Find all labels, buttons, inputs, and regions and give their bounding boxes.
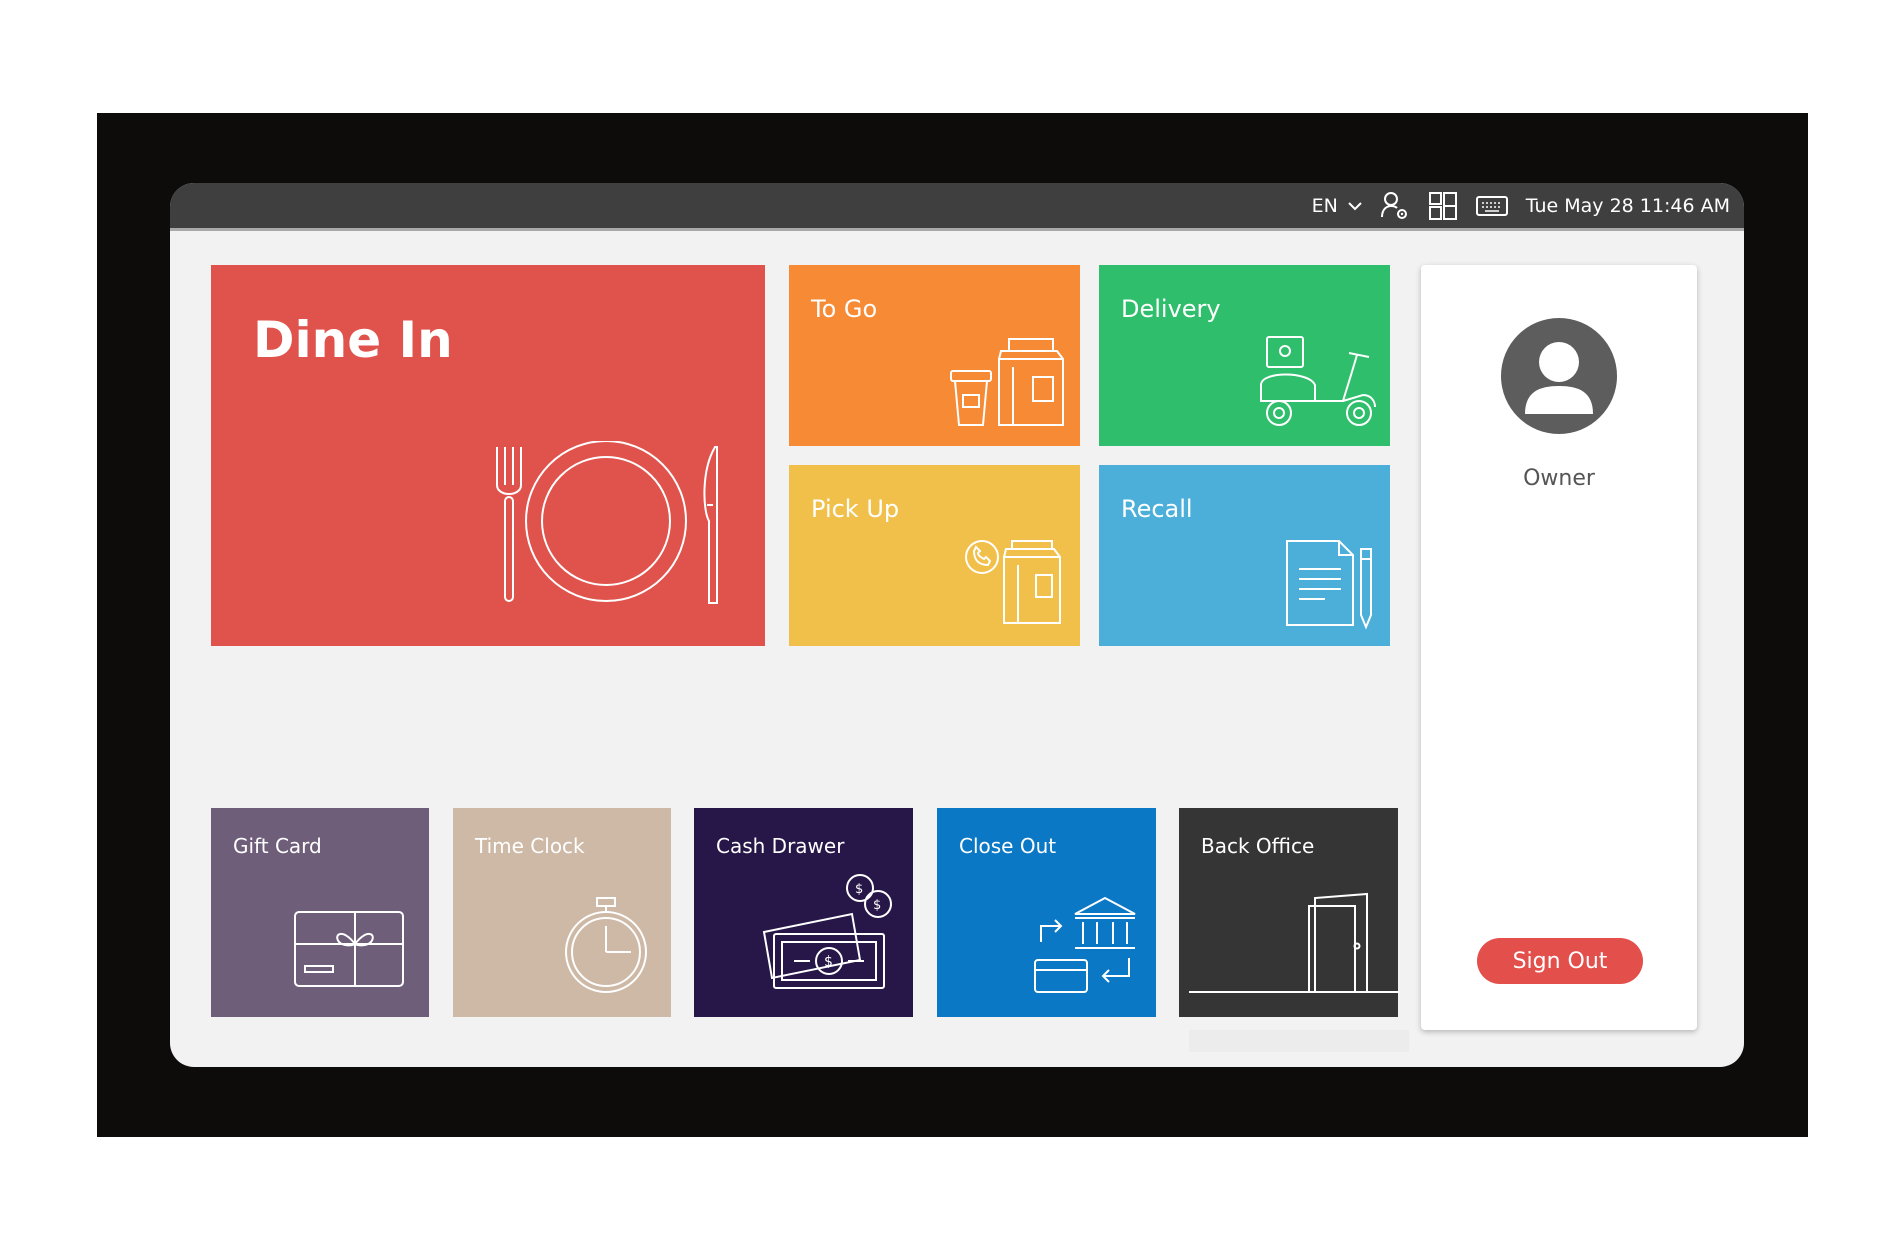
tile-label: Close Out — [959, 834, 1057, 858]
language-selector[interactable]: EN — [1312, 195, 1362, 217]
chevron-down-icon — [1348, 201, 1362, 210]
keyboard-icon[interactable] — [1475, 195, 1508, 217]
bank-transfer-icon — [1034, 896, 1136, 993]
avatar[interactable] — [1501, 318, 1617, 434]
tile-label: Dine In — [253, 311, 453, 369]
tile-recall[interactable]: Recall — [1099, 465, 1390, 646]
gift-card-icon — [294, 911, 404, 987]
takeaway-icon — [950, 338, 1064, 426]
tile-shadow — [1189, 1030, 1409, 1052]
tile-pick-up[interactable]: Pick Up — [789, 465, 1080, 646]
tile-close-out[interactable]: Close Out — [937, 808, 1156, 1017]
svg-text:$: $ — [855, 882, 863, 897]
user-avatar-icon — [1525, 342, 1593, 414]
tile-label: Time Clock — [475, 834, 585, 858]
door-icon — [1189, 892, 1398, 993]
tile-label: Recall — [1121, 495, 1193, 523]
svg-text:$: $ — [873, 898, 881, 913]
tile-label: Pick Up — [811, 495, 900, 523]
pos-screen: EN Tue May 28 11:46 AM Dine In To Go Del… — [170, 183, 1744, 1067]
tile-cash-drawer[interactable]: Cash Drawer $ $ $ — [694, 808, 913, 1017]
layout-icon[interactable] — [1428, 191, 1458, 221]
date-time: Tue May 28 11:46 AM — [1525, 194, 1730, 217]
tile-label: Back Office — [1201, 834, 1315, 858]
tile-dine-in[interactable]: Dine In — [211, 265, 765, 646]
tile-back-office[interactable]: Back Office — [1179, 808, 1398, 1017]
plate-cutlery-icon — [496, 441, 718, 604]
tile-delivery[interactable]: Delivery — [1099, 265, 1390, 446]
tile-label: Cash Drawer — [716, 834, 845, 858]
scooter-icon — [1260, 336, 1376, 426]
svg-text:$: $ — [824, 954, 833, 970]
status-bar: EN Tue May 28 11:46 AM — [170, 183, 1744, 231]
tile-gift-card[interactable]: Gift Card — [211, 808, 429, 1017]
user-panel: Owner Sign Out — [1421, 265, 1697, 1030]
tile-label: Gift Card — [233, 834, 322, 858]
tile-label: Delivery — [1121, 295, 1221, 323]
phone-order-icon — [965, 540, 1061, 624]
cash-icon: $ $ $ — [762, 874, 892, 989]
user-name: Owner — [1523, 466, 1595, 491]
tile-label: To Go — [811, 295, 878, 323]
sign-out-button[interactable]: Sign Out — [1477, 938, 1643, 984]
document-icon — [1286, 540, 1372, 630]
tile-to-go[interactable]: To Go — [789, 265, 1080, 446]
language-label: EN — [1311, 194, 1338, 217]
tile-time-clock[interactable]: Time Clock — [453, 808, 671, 1017]
user-settings-icon[interactable] — [1380, 191, 1410, 221]
stopwatch-icon — [565, 897, 647, 993]
